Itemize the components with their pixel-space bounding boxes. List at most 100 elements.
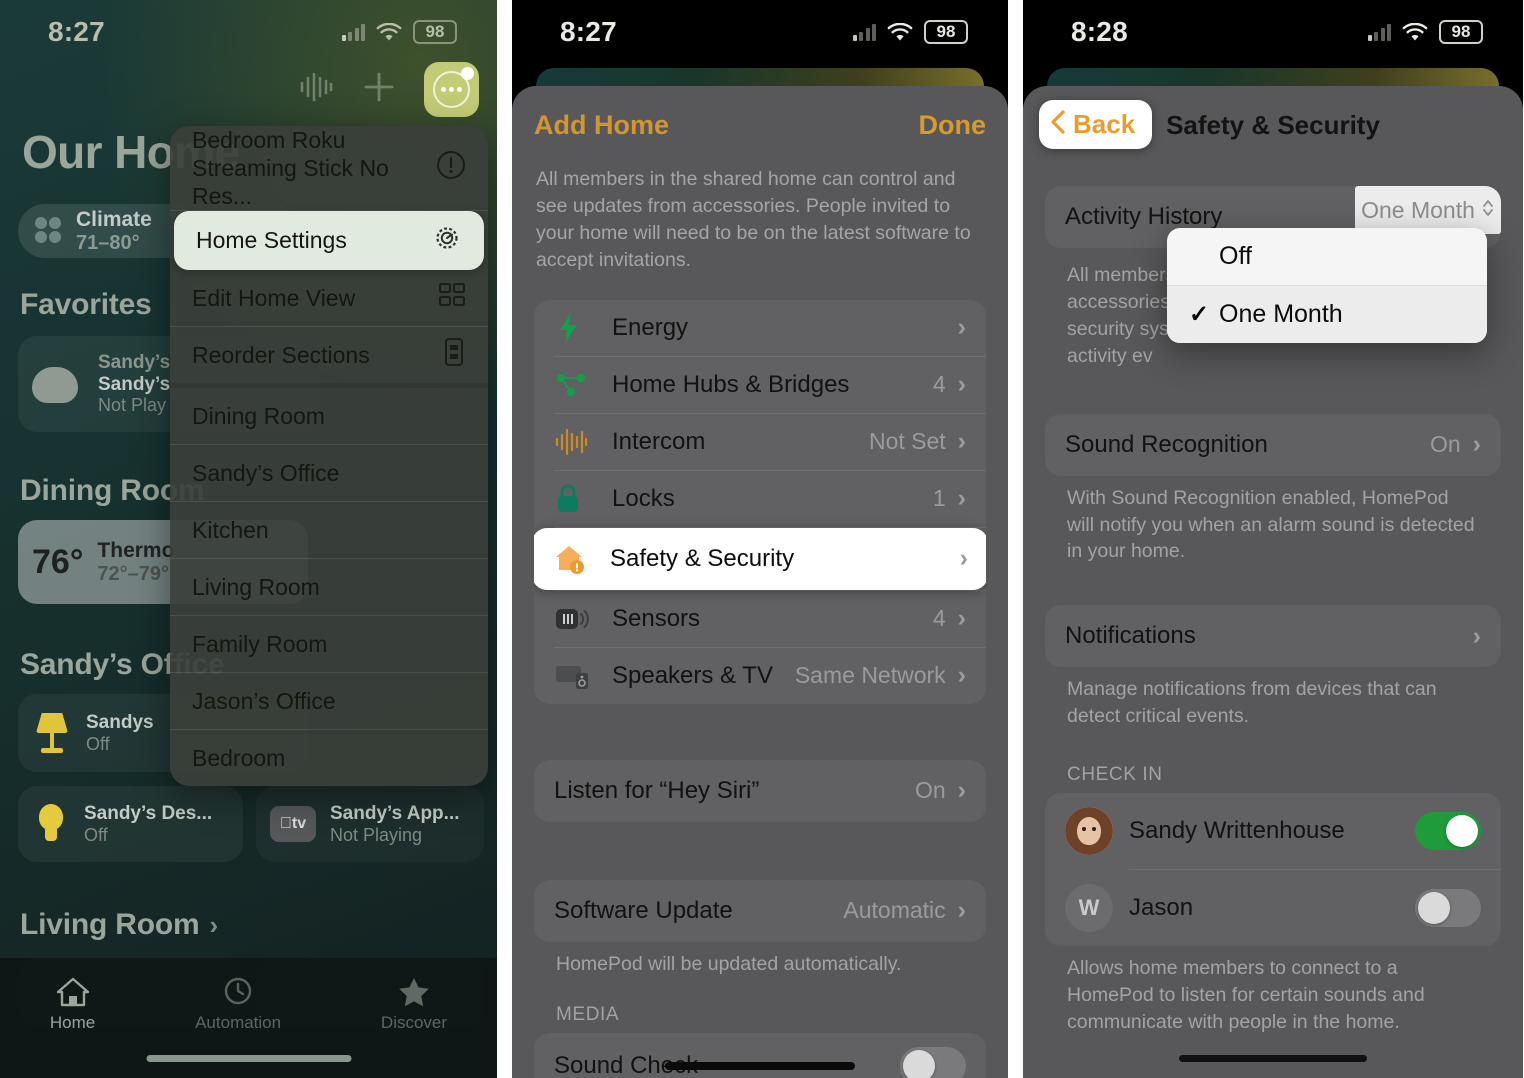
menu-item-label: Family Room: [192, 630, 328, 657]
alert-circle-icon: [436, 150, 466, 186]
media-section-label: MEDIA: [556, 1003, 620, 1025]
homepod-icon: [32, 361, 84, 407]
row-value: 1: [932, 485, 946, 512]
chevron-right-icon: ›: [957, 427, 966, 456]
plus-icon[interactable]: [362, 70, 396, 109]
intercom-waveform-icon[interactable]: [298, 70, 334, 109]
row-home-hubs[interactable]: Home Hubs & Bridges 4 ›: [534, 357, 986, 413]
apple-tv-icon: tv: [270, 806, 316, 842]
activity-history-dropdown: Off ✓ One Month: [1167, 228, 1487, 343]
row-notifications[interactable]: Notifications ›: [1045, 605, 1501, 667]
menu-item-label: Sandy’s Office: [192, 459, 340, 486]
battery-indicator: 98: [924, 20, 968, 44]
card-line1: Sandy’s: [98, 352, 171, 374]
status-bar: 8:27 98: [0, 0, 497, 64]
member-name: Sandy Writtenhouse: [1129, 817, 1345, 845]
more-ellipsis-icon[interactable]: [424, 62, 479, 117]
menu-item-jasons-office[interactable]: Jason’s Office: [170, 673, 488, 729]
menu-item-family-room[interactable]: Family Room: [170, 616, 488, 672]
menu-item-dining-room[interactable]: Dining Room: [170, 388, 488, 444]
menu-item-reorder-sections[interactable]: Reorder Sections: [170, 327, 488, 383]
sheet-header: Add Home Done: [512, 86, 1008, 164]
intercom-waveform-icon: [554, 426, 602, 458]
cellular-icon: [341, 23, 365, 41]
row-hey-siri[interactable]: Listen for “Hey Siri” On ›: [534, 760, 986, 822]
row-label: Sensors: [612, 604, 701, 632]
row-safety-security[interactable]: Safety & Security ›: [534, 527, 986, 590]
status-bar: 8:27 98: [512, 0, 1008, 64]
member-toggle-jason[interactable]: [1415, 889, 1481, 928]
speakers-tv-icon: [554, 661, 602, 691]
menu-item-edit-home-view[interactable]: Edit Home View: [170, 270, 488, 326]
activity-history-picker[interactable]: One Month: [1355, 186, 1501, 234]
menu-item-sandys-office[interactable]: Sandy’s Office: [170, 445, 488, 501]
panel-divider: [497, 0, 512, 1078]
add-home-button[interactable]: Add Home: [534, 110, 669, 141]
menu-item-device-alert[interactable]: Bedroom Roku Streaming Stick No Res...: [170, 126, 488, 210]
chevron-right-icon: ›: [957, 313, 966, 342]
row-member-sandy[interactable]: Sandy Writtenhouse: [1045, 793, 1501, 869]
tab-home[interactable]: Home: [50, 976, 95, 1033]
wifi-icon: [376, 22, 402, 42]
check-in-section-label: CHECK IN: [1067, 764, 1163, 786]
chevron-updown-icon: [1481, 197, 1495, 224]
menu-item-label: Kitchen: [192, 516, 269, 543]
tab-discover[interactable]: Discover: [381, 976, 447, 1033]
cellular-icon: [1367, 23, 1391, 41]
row-value: On: [1429, 431, 1461, 458]
tab-automation[interactable]: Automation: [195, 976, 281, 1033]
siri-group: Listen for “Hey Siri” On ›: [534, 759, 986, 822]
card-line3: Not Play: [98, 395, 167, 416]
dropdown-option-off[interactable]: Off: [1167, 228, 1487, 285]
card-desk-lamp[interactable]: Sandy’s Des... Off: [18, 786, 243, 862]
media-group: Sound Check: [534, 1032, 986, 1078]
avatar: [1065, 807, 1113, 856]
member-toggle-sandy[interactable]: [1415, 812, 1481, 851]
menu-item-living-room[interactable]: Living Room: [170, 559, 488, 615]
status-indicators: 98: [341, 20, 457, 44]
done-button[interactable]: Done: [919, 110, 987, 141]
lamp-icon: [32, 711, 72, 755]
card-apple-tv[interactable]: tv Sandy’s App... Not Playing: [256, 786, 484, 862]
row-sound-check[interactable]: Sound Check: [534, 1033, 986, 1078]
row-sensors[interactable]: Sensors 4 ›: [534, 591, 986, 647]
menu-item-bedroom[interactable]: Bedroom: [170, 730, 488, 786]
row-energy[interactable]: Energy ›: [534, 300, 986, 356]
menu-item-label: Edit Home View: [192, 284, 356, 311]
menu-item-kitchen[interactable]: Kitchen: [170, 502, 488, 558]
row-value: Same Network: [794, 662, 946, 689]
section-favorites: Favorites: [20, 288, 152, 321]
menu-item-label: Bedroom Roku Streaming Stick No Res...: [192, 127, 389, 210]
status-indicators: 98: [852, 20, 968, 44]
row-sound-recognition[interactable]: Sound Recognition On ›: [1045, 414, 1501, 476]
section-living-room: Living Room: [20, 908, 200, 941]
row-intercom[interactable]: Intercom Not Set ›: [534, 414, 986, 470]
row-software-update[interactable]: Software Update Automatic ›: [534, 880, 986, 942]
desk-lamp-state: Off: [84, 824, 108, 845]
row-speakers-tv[interactable]: Speakers & TV Same Network ›: [534, 648, 986, 704]
dropdown-option-label: One Month: [1219, 300, 1343, 328]
wifi-icon: [887, 22, 913, 42]
thermostat-range: 72°–79°: [97, 562, 170, 585]
lamp-state: Off: [86, 733, 110, 754]
back-button[interactable]: Back: [1039, 100, 1153, 149]
apple-tv-name: Sandy’s App...: [330, 802, 460, 824]
row-value: 4: [932, 371, 946, 398]
battery-indicator: 98: [413, 20, 457, 44]
row-member-jason[interactable]: W Jason: [1045, 870, 1501, 946]
avatar: W: [1065, 884, 1113, 933]
wifi-icon: [1402, 22, 1428, 42]
row-label: Intercom: [612, 427, 706, 455]
dropdown-option-label: Off: [1219, 242, 1252, 270]
menu-item-label: Bedroom: [192, 744, 286, 771]
card-line2: Sandy’s: [98, 373, 171, 395]
menu-item-home-settings[interactable]: Home Settings: [174, 211, 484, 271]
software-update-note: HomePod will be updated automatically.: [556, 952, 902, 975]
sound-check-toggle[interactable]: [900, 1046, 966, 1078]
grid-icon: [438, 281, 466, 315]
row-locks[interactable]: Locks 1 ›: [534, 471, 986, 527]
home-indicator: [1179, 1055, 1367, 1062]
dropdown-option-one-month[interactable]: ✓ One Month: [1167, 286, 1487, 343]
three-panel-screenshot: 8:27 98 Our Home Climate 71–80° Favorite…: [0, 0, 1524, 1078]
chevron-right-icon: ›: [957, 896, 966, 925]
